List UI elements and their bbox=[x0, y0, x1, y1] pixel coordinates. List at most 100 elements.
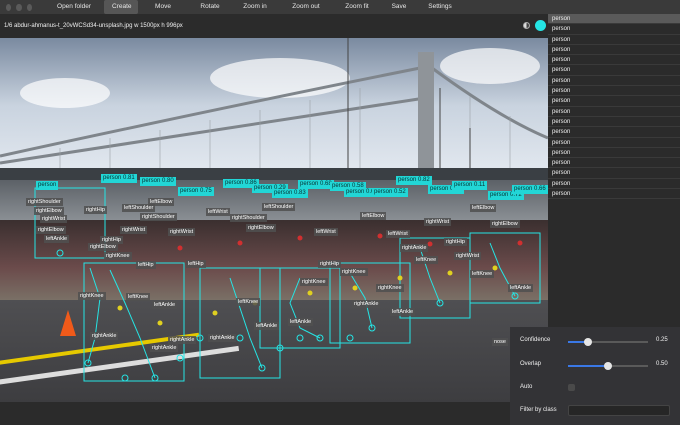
keypoint-label: rightAnkle bbox=[208, 334, 237, 342]
keypoint-label: leftKnee bbox=[414, 256, 439, 264]
keypoint-label: rightAnkle bbox=[150, 344, 179, 352]
keypoint-label: leftWrist bbox=[386, 230, 410, 238]
keypoint-label: rightKnee bbox=[104, 252, 132, 260]
keypoint-label: leftAnkle bbox=[254, 322, 280, 330]
keypoint-label: rightElbow bbox=[88, 243, 118, 251]
rotate-button[interactable]: Rotate bbox=[188, 0, 232, 14]
app-window: Open folder Create Move Rotate Zoom in Z… bbox=[0, 0, 680, 425]
keypoint-label: rightHip bbox=[444, 238, 467, 246]
list-item[interactable]: person bbox=[548, 35, 680, 45]
keypoint-label: rightAnkle bbox=[90, 332, 119, 340]
create-button[interactable]: Create bbox=[104, 0, 138, 14]
list-item[interactable]: person bbox=[548, 55, 680, 66]
detection-label[interactable]: person 0.81 bbox=[101, 174, 137, 183]
list-item[interactable]: person bbox=[548, 45, 680, 56]
keypoint-label: rightElbow bbox=[34, 207, 64, 215]
color-swatch-icon[interactable] bbox=[535, 20, 546, 31]
filter-by-class-label: Filter by class bbox=[520, 407, 557, 413]
filter-by-class-input[interactable] bbox=[568, 405, 670, 416]
menu-bar: Open folder Create Move Rotate Zoom in Z… bbox=[0, 0, 680, 14]
window-controls bbox=[6, 3, 32, 11]
detection-label[interactable]: person 0.75 bbox=[178, 187, 214, 196]
list-item[interactable]: person bbox=[548, 179, 680, 190]
keypoint-label: leftKnee bbox=[470, 270, 495, 278]
list-item[interactable]: person bbox=[548, 168, 680, 179]
image-canvas[interactable]: person person 0.81 person 0.80 person 0.… bbox=[0, 38, 548, 402]
keypoint-label: leftWrist bbox=[314, 228, 338, 236]
keypoint-label: leftAnkle bbox=[288, 318, 314, 326]
close-window-button[interactable] bbox=[6, 3, 12, 11]
overlap-value: 0.50 bbox=[656, 361, 668, 367]
detection-label[interactable]: person bbox=[36, 181, 59, 190]
keypoint-label: rightShoulder bbox=[26, 198, 63, 206]
keypoint-label: rightWrist bbox=[424, 218, 452, 226]
keypoint-label: rightAnkle bbox=[400, 244, 429, 252]
file-info-bar: 1/6 abdur-ahmanus-t_20vWCSd34-unsplash.j… bbox=[0, 14, 548, 38]
keypoint-label: rightWrist bbox=[120, 226, 148, 234]
auto-label: Auto bbox=[520, 384, 533, 390]
overlap-slider-fill bbox=[568, 365, 608, 367]
zoom-fit-button[interactable]: Zoom fit bbox=[334, 0, 380, 14]
list-item[interactable]: person bbox=[548, 158, 680, 169]
detection-label[interactable]: person 0.80 bbox=[140, 177, 176, 186]
keypoint-label: rightShoulder bbox=[140, 213, 177, 221]
auto-checkbox[interactable] bbox=[568, 384, 575, 391]
maximize-window-button[interactable] bbox=[26, 3, 32, 11]
keypoint-label: rightKnee bbox=[340, 268, 368, 276]
list-item[interactable]: person bbox=[548, 96, 680, 107]
detection-label[interactable]: person 0.52 bbox=[372, 188, 408, 197]
keypoint-label: rightAnkle bbox=[352, 300, 381, 308]
confidence-value: 0.25 bbox=[656, 337, 668, 343]
keypoint-label: leftAnkle bbox=[508, 284, 534, 292]
save-button[interactable]: Save bbox=[380, 0, 418, 14]
detection-label[interactable]: person 0.68 bbox=[298, 180, 334, 189]
keypoint-label: rightKnee bbox=[376, 284, 404, 292]
list-item[interactable]: person bbox=[548, 14, 680, 25]
minimize-window-button[interactable] bbox=[16, 3, 22, 11]
list-item[interactable]: person bbox=[548, 148, 680, 159]
keypoint-label: leftAnkle bbox=[390, 308, 416, 316]
detection-labels: person person 0.81 person 0.80 person 0.… bbox=[0, 38, 548, 402]
status-strip bbox=[0, 402, 548, 425]
list-item[interactable]: person bbox=[548, 117, 680, 128]
keypoint-label: leftAnkle bbox=[44, 235, 70, 243]
keypoint-label: rightHip bbox=[318, 260, 341, 268]
keypoint-label: leftElbow bbox=[148, 198, 175, 206]
keypoint-label: leftHip bbox=[136, 261, 156, 269]
detection-label[interactable]: person 0.83 bbox=[272, 189, 308, 198]
list-item[interactable]: person bbox=[548, 65, 680, 76]
keypoint-label: leftAnkle bbox=[152, 301, 178, 309]
overlap-slider-thumb[interactable] bbox=[604, 362, 612, 370]
detection-settings-panel: Confidence 0.25 Overlap 0.50 Auto Filter… bbox=[510, 327, 680, 425]
detection-label[interactable]: person 0.11 bbox=[452, 181, 488, 190]
keypoint-label: rightAnkle bbox=[168, 336, 197, 344]
list-item[interactable]: person bbox=[548, 86, 680, 97]
confidence-slider-thumb[interactable] bbox=[584, 338, 592, 346]
list-item[interactable]: person bbox=[548, 107, 680, 117]
open-folder-button[interactable]: Open folder bbox=[44, 0, 104, 14]
list-item[interactable]: person bbox=[548, 127, 680, 138]
keypoint-label: leftWrist bbox=[206, 208, 230, 216]
move-button[interactable]: Move bbox=[138, 0, 188, 14]
confidence-label: Confidence bbox=[520, 337, 551, 343]
keypoint-label: leftElbow bbox=[470, 204, 497, 212]
annotation-list: person person person person person perso… bbox=[548, 14, 680, 327]
list-item[interactable]: person bbox=[548, 189, 680, 200]
zoom-in-button[interactable]: Zoom in bbox=[232, 0, 278, 14]
keypoint-label: leftElbow bbox=[360, 212, 387, 220]
keypoint-label: rightWrist bbox=[168, 228, 196, 236]
detection-label[interactable]: person 0.82 bbox=[396, 176, 432, 185]
detection-label[interactable]: person 0.66 bbox=[512, 185, 548, 194]
keypoint-label: rightHip bbox=[84, 206, 107, 214]
half-circle-icon[interactable] bbox=[523, 22, 530, 29]
list-item[interactable]: person bbox=[548, 76, 680, 87]
keypoint-label: rightWrist bbox=[454, 252, 482, 260]
keypoint-label: leftShoulder bbox=[262, 203, 296, 211]
keypoint-label: leftKnee bbox=[236, 298, 261, 306]
keypoint-label: rightWrist bbox=[40, 215, 68, 223]
zoom-out-button[interactable]: Zoom out bbox=[278, 0, 334, 14]
list-item[interactable]: person bbox=[548, 138, 680, 148]
keypoint-label: rightKnee bbox=[300, 278, 328, 286]
list-item[interactable]: person bbox=[548, 24, 680, 35]
settings-button[interactable]: Settings bbox=[418, 0, 462, 14]
